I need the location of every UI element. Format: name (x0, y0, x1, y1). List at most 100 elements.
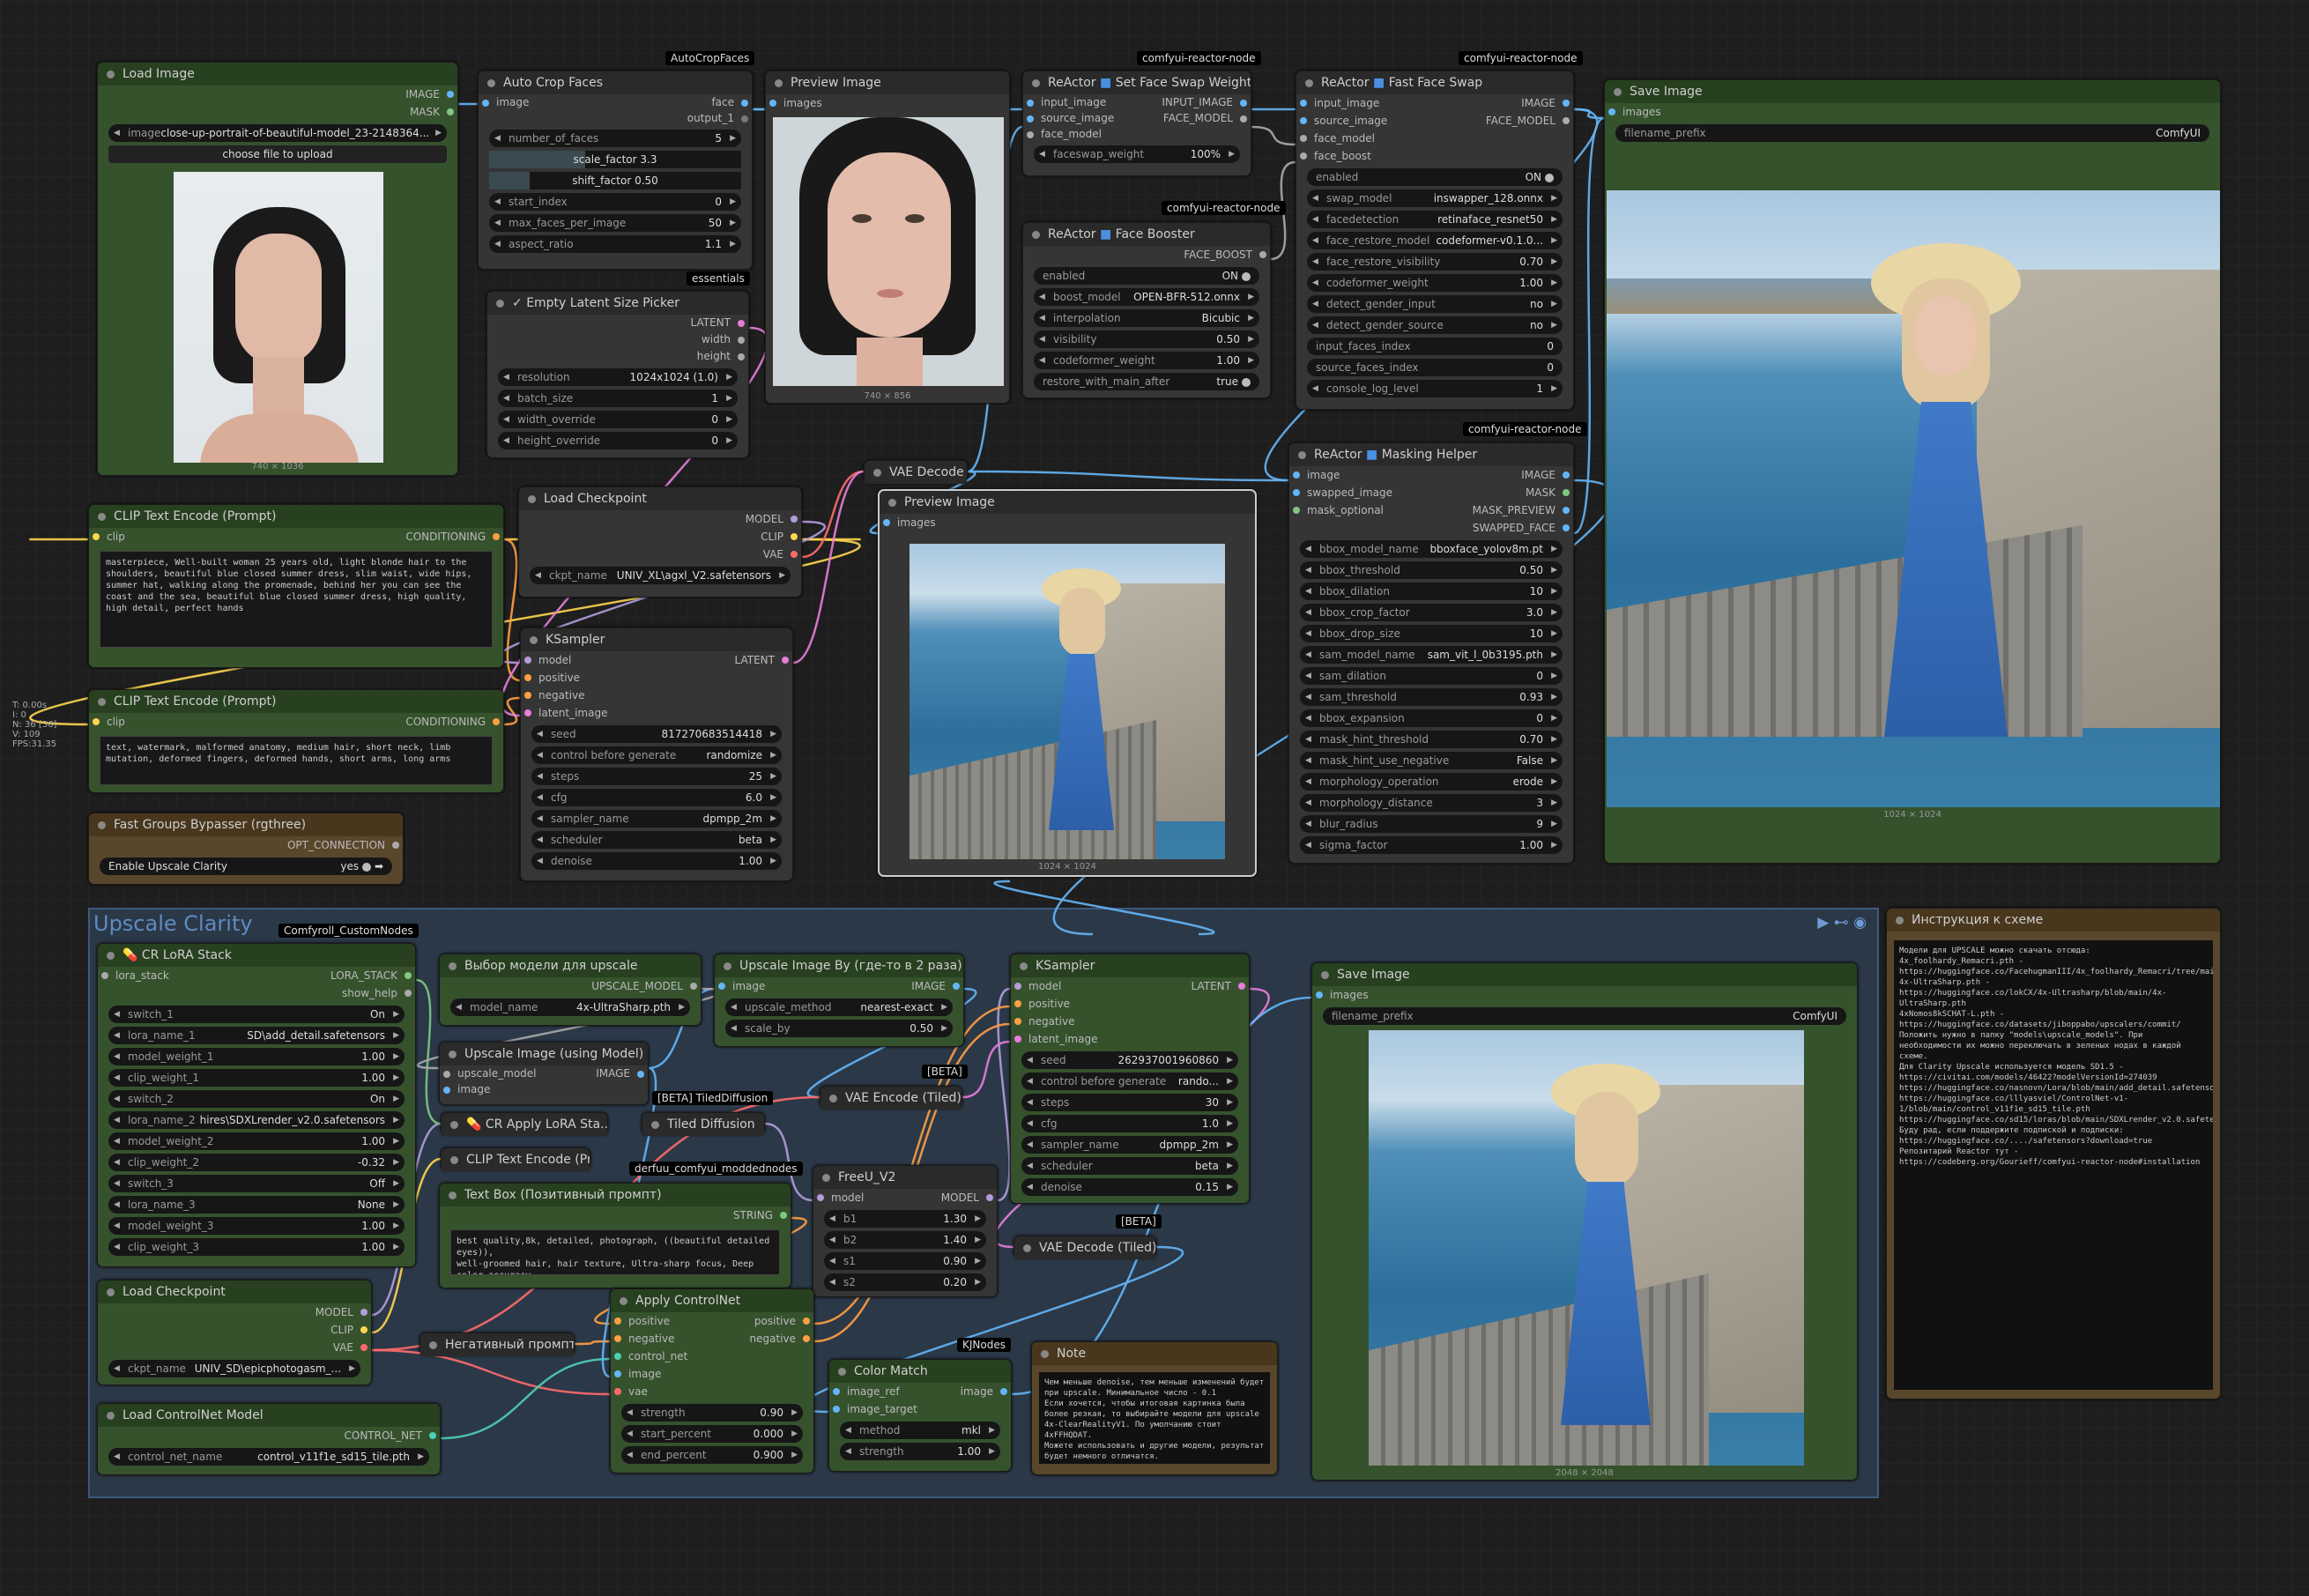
node-text-box[interactable]: Text Box (Позитивный промпт) STRING best… (439, 1183, 791, 1288)
output-model[interactable]: MODEL (519, 510, 801, 528)
widget-sam-model-name[interactable]: sam_model_namesam_vit_l_0b3195.pth (1300, 646, 1563, 664)
output-negative[interactable]: negative (750, 1330, 813, 1347)
widget-s2[interactable]: s20.20 (824, 1273, 986, 1291)
input-positive[interactable]: positive (1011, 995, 1249, 1013)
output-mask-preview[interactable]: MASK_PREVIEW (1473, 501, 1573, 519)
widget-boost-model[interactable]: boost_modelOPEN-BFR-512.onnx (1034, 288, 1259, 306)
node-clip-text-encode-positive[interactable]: CLIP Text Encode (Prompt) clip CONDITIONI… (88, 504, 504, 668)
widget-switch-3[interactable]: switch_3Off (108, 1175, 405, 1192)
widget-strength[interactable]: strength1.00 (840, 1443, 1000, 1460)
output-control-net[interactable]: CONTROL_NET (98, 1427, 440, 1444)
widget-detect-gender-source[interactable]: detect_gender_sourceno (1307, 316, 1563, 334)
output-image[interactable]: IMAGE (911, 977, 963, 995)
prompt-textarea[interactable]: masterpiece, Well-built woman 25 years o… (100, 551, 493, 648)
node-upscale-image-using-model[interactable]: Upscale Image (using Model) upscale_mode… (439, 1042, 649, 1105)
widget-sampler-name[interactable]: sampler_namedpmpp_2m (1021, 1136, 1238, 1154)
output-face-model[interactable]: FACE_MODEL (1486, 112, 1573, 130)
input-negative[interactable]: negative (611, 1330, 674, 1347)
widget-scale-by[interactable]: scale_by0.50 (725, 1020, 953, 1037)
widget-control-before-generate[interactable]: control before generaterando... (1021, 1073, 1238, 1090)
node-vae-decode[interactable]: VAE Decode (864, 460, 968, 484)
output-latent[interactable]: LATENT (735, 651, 792, 669)
input-positive[interactable]: positive (521, 669, 792, 687)
input-image-target[interactable]: image_target (829, 1400, 1011, 1418)
positive-prompt-textarea[interactable]: best quality,8k, detailed, photograph, (… (450, 1229, 780, 1275)
widget-filename-prefix[interactable]: filename_prefix ComfyUI (1615, 124, 2209, 142)
output-vae[interactable]: VAE (98, 1339, 371, 1356)
output-mask[interactable]: MASK (1526, 484, 1573, 501)
node-set-face-swap-weight[interactable]: ReActor ■ Set Face Swap Weight input_ima… (1022, 71, 1251, 176)
widget-visibility[interactable]: visibility0.50 (1034, 330, 1259, 348)
widget-ckpt-name[interactable]: ckpt_nameUNIV_XL\agxl_V2.safetensors (530, 567, 791, 584)
prompt-textarea[interactable]: text, watermark, malformed anatomy, medi… (100, 736, 493, 785)
output-1[interactable]: output_1 (479, 110, 752, 126)
input-face-model[interactable]: face_model (1296, 130, 1573, 147)
widget-number-of-faces[interactable]: number_of_faces5 (489, 130, 741, 147)
output-clip[interactable]: CLIP (98, 1321, 371, 1339)
output-conditioning[interactable]: CONDITIONING (405, 713, 503, 731)
toggle-enable-upscale-clarity[interactable]: Enable Upscale Clarity yes ➡ (100, 857, 392, 875)
widget-start-percent[interactable]: start_percent0.000 (621, 1425, 803, 1443)
widget-ckpt-name[interactable]: ckpt_nameUNIV_SD\epicphotogasm_... (108, 1360, 360, 1377)
widget-scheduler[interactable]: schedulerbeta (1021, 1157, 1238, 1175)
input-control-net[interactable]: control_net (611, 1347, 813, 1365)
output-opt-connection[interactable]: OPT_CONNECTION (89, 836, 403, 854)
widget-clip-weight-1[interactable]: clip_weight_11.00 (108, 1069, 405, 1087)
widget-bbox-threshold[interactable]: bbox_threshold0.50 (1300, 561, 1563, 579)
node-ksampler-2[interactable]: KSampler model LATENT positive negative l… (1010, 954, 1250, 1204)
widget-morphology-distance[interactable]: morphology_distance3 (1300, 794, 1563, 812)
widget-upscale-method[interactable]: upscale_methodnearest-exact (725, 998, 953, 1016)
widget-codeformer-weight[interactable]: codeformer_weight1.00 (1034, 352, 1259, 369)
node-ksampler[interactable]: KSampler model LATENT positive negative l… (520, 627, 793, 881)
input-image[interactable]: image (1289, 466, 1340, 484)
widget-blur-radius[interactable]: blur_radius9 (1300, 815, 1563, 833)
node-upscale-model-loader[interactable]: Выбор модели для upscale UPSCALE_MODEL m… (439, 954, 702, 1026)
widget-seed[interactable]: seed262937001960860 (1021, 1051, 1238, 1069)
node-negative-prompt[interactable]: Негативный промпт (419, 1332, 575, 1356)
output-latent[interactable]: LATENT (487, 315, 748, 331)
input-face-model[interactable]: face_model (1023, 126, 1251, 142)
widget-morphology-operation[interactable]: morphology_operationerode (1300, 773, 1563, 791)
widget-faceswap-weight[interactable]: faceswap_weight100% (1034, 145, 1240, 163)
widget-facedetection[interactable]: facedetectionretinaface_resnet50 (1307, 211, 1563, 228)
node-clip-text-encode-negative[interactable]: CLIP Text Encode (Prompt) clip CONDITIONI… (88, 689, 504, 793)
input-clip[interactable]: clip (89, 713, 125, 731)
node-note[interactable]: Note Чем меньше denoise, тем меньше изме… (1031, 1341, 1278, 1475)
widget-control-net-name[interactable]: control_net_namecontrol_v11f1e_sd15_tile… (108, 1448, 429, 1466)
input-images[interactable]: images (766, 94, 1009, 112)
widget-start-index[interactable]: start_index0 (489, 193, 741, 211)
input-images[interactable]: images (1605, 103, 2220, 121)
node-fast-face-swap[interactable]: ReActor ■ Fast Face Swap input_image IMAG… (1296, 71, 1574, 410)
node-empty-latent[interactable]: ✓ Empty Latent Size Picker LATENT width … (486, 291, 749, 458)
input-model[interactable]: model (1011, 977, 1061, 995)
node-vae-encode-tiled[interactable]: VAE Encode (Tiled) (820, 1086, 962, 1110)
node-color-match[interactable]: Color Match image_ref image image_target … (828, 1359, 1012, 1472)
widget-interpolation[interactable]: interpolationBicubic (1034, 309, 1259, 327)
node-load-checkpoint[interactable]: Load Checkpoint MODEL CLIP VAE ckpt_name… (518, 486, 802, 598)
node-auto-crop-faces[interactable]: Auto Crop Faces image face output_1 numb… (478, 71, 753, 270)
node-preview-image[interactable]: Preview Image images 740 × 856 (765, 71, 1010, 404)
node-clip-text-encode-3[interactable]: CLIP Text Encode (Pr... (441, 1147, 590, 1171)
output-model[interactable]: MODEL (941, 1189, 997, 1206)
widget-model-weight-3[interactable]: model_weight_31.00 (108, 1217, 405, 1235)
node-load-checkpoint-2[interactable]: Load Checkpoint MODEL CLIP VAE ckpt_name… (97, 1280, 372, 1385)
node-save-image-2[interactable]: Save Image images filename_prefix ComfyUI… (1311, 962, 1858, 1481)
node-masking-helper[interactable]: ReActor ■ Masking Helper image IMAGE swap… (1288, 442, 1574, 864)
input-face-boost[interactable]: face_boost (1296, 147, 1573, 165)
input-source-image[interactable]: source_image (1296, 112, 1387, 130)
widget-s1[interactable]: s10.90 (824, 1252, 986, 1270)
slider-shift-factor[interactable]: shift_factor 0.50 (489, 172, 741, 189)
widget-resolution[interactable]: resolution1024x1024 (1.0) (498, 368, 738, 386)
widget-lora-name-3[interactable]: lora_name_3None (108, 1196, 405, 1214)
node-apply-controlnet[interactable]: Apply ControlNet positive positive negati… (610, 1288, 814, 1474)
output-mask[interactable]: MASK (98, 103, 457, 121)
input-latent-image[interactable]: latent_image (1011, 1030, 1249, 1048)
input-image[interactable]: input_image (1023, 94, 1106, 110)
widget-cfg[interactable]: cfg6.0 (531, 789, 782, 806)
widget-switch-2[interactable]: switch_2On (108, 1090, 405, 1108)
node-tiled-diffusion[interactable]: Tiled Diffusion (642, 1112, 765, 1136)
image-selector[interactable]: imageclose-up-portrait-of-beautiful-mode… (108, 124, 447, 142)
input-image[interactable]: image (715, 977, 765, 995)
output-image[interactable]: image (961, 1383, 1011, 1400)
widget-sigma-factor[interactable]: sigma_factor1.00 (1300, 836, 1563, 854)
